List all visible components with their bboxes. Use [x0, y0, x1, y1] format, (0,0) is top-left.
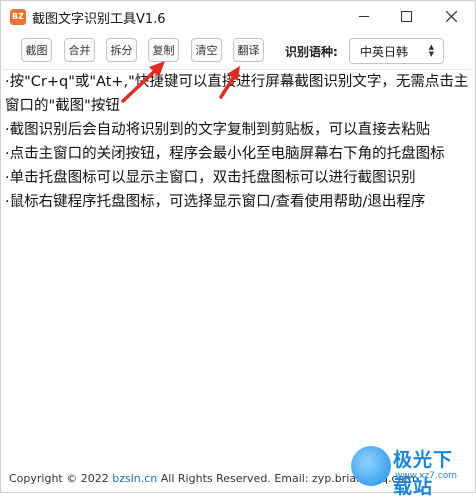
language-select-value: 中英日韩	[360, 44, 409, 59]
main-window: BZ 截图文字识别工具V1.6 截图 合并 拆分 复制 清空 翻译 识别语种: …	[0, 0, 476, 498]
maximize-icon	[400, 10, 412, 22]
minimize-icon	[359, 15, 369, 17]
watermark-logo: 极光下载站 www.xz7.com	[351, 441, 471, 498]
close-icon	[445, 10, 457, 22]
window-title: 截图文字识别工具V1.6	[32, 12, 166, 27]
site-link[interactable]: bzsln.cn	[112, 472, 157, 485]
annotation-arrow-translate	[219, 66, 240, 99]
maximize-button[interactable]	[384, 1, 428, 31]
translate-button[interactable]: 翻译	[233, 38, 264, 62]
text-line: ·点击主窗口的关闭按钮，程序会最小化至电脑屏幕右下角的托盘图标	[5, 146, 445, 162]
text-line: ·鼠标右键程序托盘图标，可选择显示窗口/查看使用帮助/退出程序	[5, 194, 426, 210]
result-text-area[interactable]: ·按"Cr+q"或"At+,"快捷键可以直接进行屏幕截图识别文字，无需点击主窗口…	[3, 69, 471, 465]
language-label: 识别语种:	[285, 45, 338, 59]
title-bar: BZ 截图文字识别工具V1.6	[1, 1, 475, 31]
watermark-globe-icon	[351, 446, 391, 486]
watermark-url: www.xz7.com	[395, 471, 457, 481]
close-button[interactable]	[429, 1, 473, 31]
text-line: ·单击托盘图标可以显示主窗口，双击托盘图标可以进行截图识别	[5, 170, 416, 186]
language-select[interactable]: 中英日韩 ▲ ▼	[349, 38, 444, 64]
app-icon: BZ	[10, 9, 26, 25]
copyright-text: Copyright © 2022	[9, 472, 109, 485]
clear-button[interactable]: 清空	[191, 38, 222, 62]
text-line: ·截图识别后会自动将识别到的文字复制到剪贴板，可以直接去粘贴	[5, 122, 431, 138]
select-arrows-icon: ▲ ▼	[428, 43, 434, 58]
screenshot-button[interactable]: 截图	[21, 38, 52, 62]
toolbar: 截图 合并 拆分 复制 清空 翻译 识别语种: 中英日韩 ▲ ▼	[1, 34, 475, 66]
merge-button[interactable]: 合并	[64, 38, 95, 62]
minimize-button[interactable]	[342, 1, 386, 31]
rights-text: All Rights Reserved.	[160, 472, 271, 485]
annotation-arrow-copy	[121, 61, 165, 103]
